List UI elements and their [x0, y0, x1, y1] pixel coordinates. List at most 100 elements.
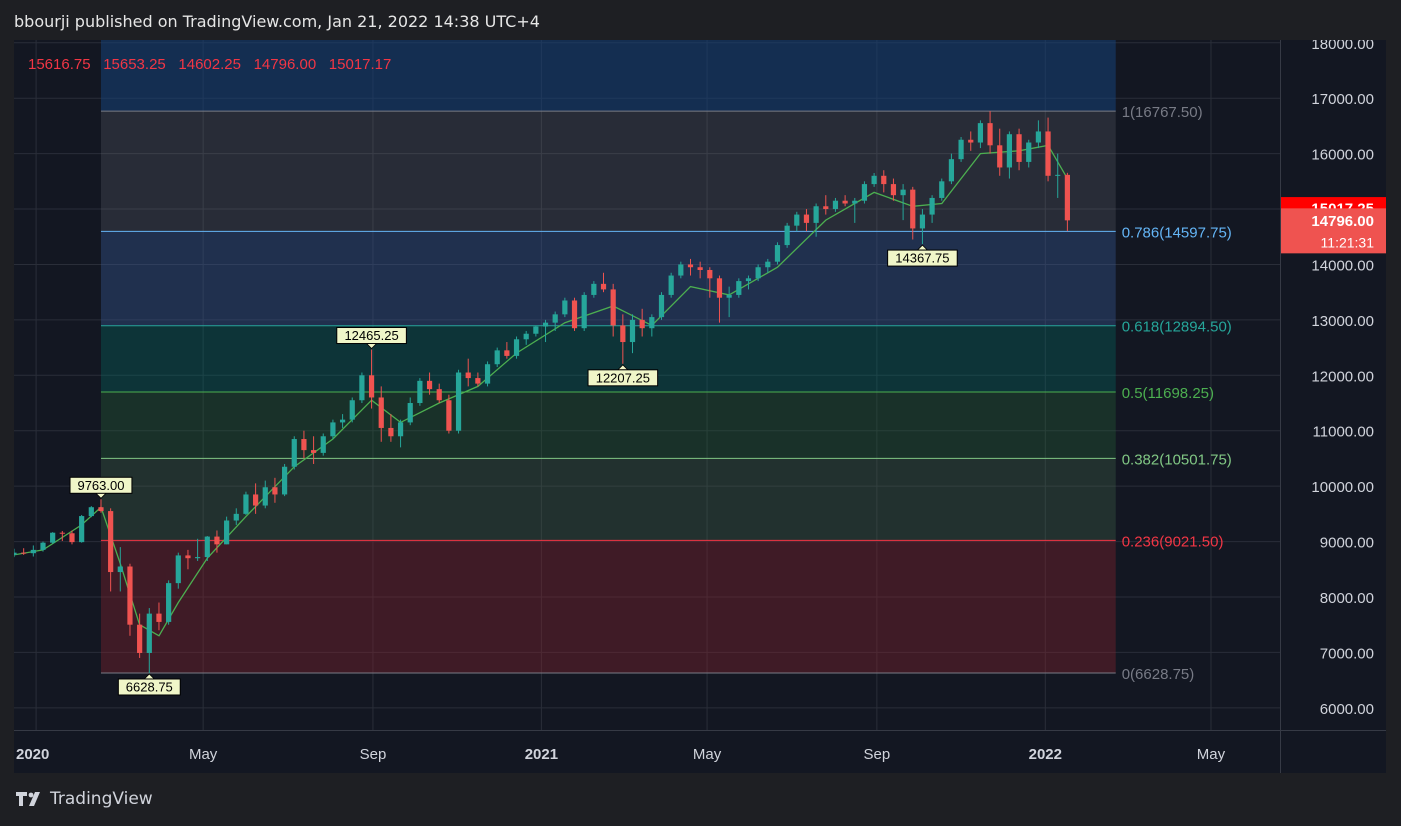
fib-zone-0786-0618	[100, 231, 1116, 326]
price-tick-label: 12000.00	[1311, 368, 1374, 385]
candle-body-up	[175, 555, 181, 584]
last-price-value: 14796.00	[1311, 213, 1374, 230]
candle-body-up	[88, 507, 94, 517]
price-tick-label: 10000.00	[1311, 479, 1374, 496]
time-tick-label: Sep	[360, 746, 387, 763]
candle-body-up	[774, 245, 781, 262]
candle-body-up	[243, 494, 249, 514]
candle-body-up	[765, 261, 771, 268]
candle-body-up	[736, 281, 742, 295]
candle-body-up	[195, 557, 201, 559]
candle-body-up	[977, 123, 984, 143]
candle-body-up	[359, 375, 365, 401]
candle-body-up	[533, 326, 539, 334]
candle-body-down	[436, 389, 442, 401]
fib-level-label: 0.5(11698.25)	[1122, 385, 1214, 402]
candle-body-down	[446, 400, 452, 431]
fib-zone-1-0786	[100, 111, 1116, 232]
candle-body-up	[484, 364, 491, 384]
candle-body-up	[861, 184, 868, 201]
candle-body-down	[69, 533, 75, 543]
candle-body-up	[958, 139, 964, 160]
candle-body-up	[455, 372, 462, 431]
candle-body-down	[368, 375, 375, 398]
candle-body-down	[1064, 174, 1070, 221]
candle-body-down	[968, 139, 974, 143]
candle-body-down	[803, 214, 810, 223]
candle-body-up	[726, 294, 732, 298]
candle-body-down	[108, 511, 114, 573]
candle-body-down	[185, 555, 191, 559]
candle-body-up	[407, 403, 413, 423]
publish-info: bbourji published on TradingView.com, Ja…	[14, 12, 540, 31]
candle-body-up	[629, 319, 636, 343]
candle-body-up	[79, 516, 85, 543]
candle-body-up	[117, 566, 123, 573]
price-tick-label: 16000.00	[1311, 147, 1374, 164]
candle-body-up	[668, 275, 674, 295]
time-tick-label: 2022	[1029, 746, 1062, 763]
ohlc-value: 15653.25	[103, 56, 166, 73]
candle-body-up	[581, 294, 587, 329]
candle-body-up	[542, 322, 549, 327]
pivot-value: 12465.25	[344, 328, 398, 343]
candle-body-up	[417, 380, 423, 404]
candle-body-down	[997, 145, 1003, 168]
candle-body-down	[987, 123, 993, 146]
candlestick-chart[interactable]: 1(16767.50) 0.786(14597.75) 0.618(12894.50…	[14, 40, 1386, 773]
candle-body-up	[929, 197, 935, 215]
candle-body-down	[504, 350, 510, 356]
candle-body-up	[813, 206, 819, 223]
tradingview-branding: TradingView	[16, 789, 153, 809]
candle-body-up	[1055, 174, 1061, 176]
candle-body-down	[639, 319, 645, 329]
candle-body-down	[272, 487, 278, 495]
candle-body-down	[426, 380, 433, 390]
price-tick-label: 11000.00	[1313, 424, 1374, 441]
time-tick-label: 2021	[525, 746, 558, 763]
candle-body-up	[794, 214, 800, 226]
candle-body-up	[494, 350, 500, 365]
fib-level-label: 0.786(14597.75)	[1122, 224, 1232, 241]
candle-body-up	[146, 613, 152, 653]
pivot-label: 6628.75	[117, 673, 181, 696]
time-tick-label: May	[189, 746, 218, 763]
candle-body-up	[291, 439, 297, 467]
candle-body-down	[156, 613, 162, 622]
candle-body-down	[842, 200, 848, 204]
candle-body-down	[301, 439, 307, 451]
pivot-value: 6628.75	[126, 679, 173, 694]
fib-level-label: 0.236(9021.50)	[1122, 533, 1224, 550]
fib-level-label: 0.382(10501.75)	[1122, 451, 1232, 468]
tradingview-brand-text: TradingView	[50, 789, 153, 809]
candle-body-up	[649, 317, 655, 329]
candle-body-down	[890, 184, 897, 196]
candle-body-up	[1035, 131, 1041, 143]
candle-body-down	[881, 175, 887, 185]
ohlc-value: 14602.25	[178, 56, 241, 73]
candle-body-up	[939, 181, 945, 198]
fib-zone-05-0382	[100, 392, 1116, 459]
candle-body-down	[600, 283, 607, 290]
candle-body-down	[1016, 134, 1022, 162]
time-tick-label: Sep	[864, 746, 891, 763]
candle-body-up	[349, 400, 355, 420]
candle-body-down	[823, 206, 829, 210]
ohlc-value: 15017.17	[329, 56, 392, 73]
pivot-value: 9763.00	[77, 478, 124, 493]
price-tick-label: 18000.00	[1311, 40, 1374, 53]
chart-panel[interactable]: 1(16767.50) 0.786(14597.75) 0.618(12894.50…	[14, 40, 1386, 773]
candle-body-down	[465, 372, 471, 379]
fib-zone-extension	[100, 40, 1116, 112]
candle-body-down	[98, 507, 104, 512]
candle-body-up	[678, 264, 684, 276]
candle-body-up	[166, 583, 172, 622]
candle-body-up	[745, 278, 752, 282]
candle-body-up	[233, 513, 239, 521]
candle-body-up	[948, 159, 955, 182]
candle-body-up	[562, 300, 568, 315]
candle-body-up	[339, 419, 346, 423]
candle-body-up	[658, 294, 665, 318]
price-tick-label: 6000.00	[1320, 701, 1374, 718]
ohlc-value: 14796.00	[254, 56, 317, 73]
